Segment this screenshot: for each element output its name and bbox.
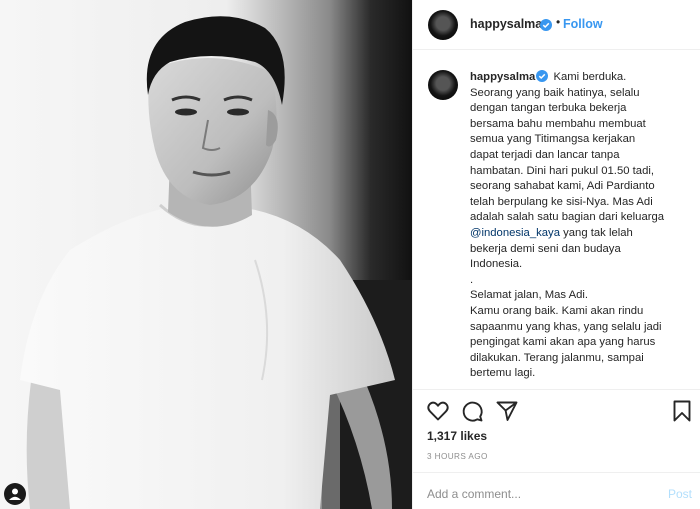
caption-line: dilakukan. Terang jalanmu, sampai xyxy=(470,351,644,364)
post-photo[interactable] xyxy=(0,0,412,509)
comment-input[interactable] xyxy=(427,484,647,504)
like-count[interactable]: 1,317 likes xyxy=(427,429,487,443)
caption-line: @indonesia_kaya yang tak lelah xyxy=(470,226,692,242)
bookmark-icon[interactable] xyxy=(670,399,694,423)
caption-username[interactable]: happysalma xyxy=(470,71,535,83)
caption-line: bertemu lagi. xyxy=(470,367,536,380)
comment-icon[interactable] xyxy=(460,399,484,423)
caption-line: Indonesia. xyxy=(470,258,523,271)
post-side-panel: happysalma • Follow happysalma Kami berd… xyxy=(412,0,700,509)
caption-line-text: yang tak lelah xyxy=(563,226,633,239)
caption-line: happysalma Kami berduka. xyxy=(470,70,692,86)
divider xyxy=(413,472,700,473)
verified-badge-icon xyxy=(536,70,549,82)
header-username[interactable]: happysalma xyxy=(470,17,542,31)
header-separator: • xyxy=(556,15,561,29)
caption-line: adalah salah satu bagian dari keluarga xyxy=(470,211,665,224)
post-timestamp[interactable]: 3 HOURS AGO xyxy=(427,452,488,461)
avatar[interactable] xyxy=(428,10,458,40)
caption-line: hambatan. Dini hari pukul 01.50 tadi, xyxy=(470,164,655,177)
caption-avatar[interactable] xyxy=(428,70,458,100)
caption-line: semua yang Titimangsa kerjakan xyxy=(470,133,636,146)
caption-line: Seorang yang baik hatinya, selalu xyxy=(470,86,640,99)
caption-line-text: Kami berduka. xyxy=(553,71,627,83)
user-tag-icon[interactable] xyxy=(4,483,26,505)
post-comment-button[interactable]: Post xyxy=(668,487,692,501)
caption-line: bekerja demi seni dan budaya xyxy=(470,242,621,255)
caption-line: bersama bahu membahu membuat xyxy=(470,117,646,130)
heart-icon[interactable] xyxy=(426,399,450,423)
caption-line: dapat terjadi dan lancar tanpa xyxy=(470,148,620,161)
caption-section[interactable]: happysalma Kami berduka. Seorang yang ba… xyxy=(413,58,700,388)
follow-button[interactable]: Follow xyxy=(563,17,603,31)
divider xyxy=(413,389,700,390)
paper-plane-icon[interactable] xyxy=(495,399,519,423)
action-bar xyxy=(413,396,700,426)
verified-badge-icon xyxy=(540,19,552,31)
caption-line: . xyxy=(470,273,474,286)
caption-line: Kamu orang baik. Kami akan rindu xyxy=(470,304,644,317)
caption-line: dengan tangan terbuka bekerja xyxy=(470,102,627,115)
caption-line: telah berpulang ke sisi-Nya. Mas Adi xyxy=(470,195,653,208)
caption-line: seorang sahabat kami, Adi Pardianto xyxy=(470,180,655,193)
post-header: happysalma • Follow xyxy=(413,0,700,50)
caption-text: happysalma Kami berduka. Seorang yang ba… xyxy=(470,70,692,382)
caption-line: pengingat kami akan apa yang harus xyxy=(470,336,656,349)
mention-link[interactable]: @indonesia_kaya xyxy=(470,227,560,239)
caption-line: Selamat jalan, Mas Adi. xyxy=(470,289,589,302)
portrait-image xyxy=(0,0,412,509)
caption-line: sapaanmu yang khas, yang selalu jadi xyxy=(470,320,662,333)
